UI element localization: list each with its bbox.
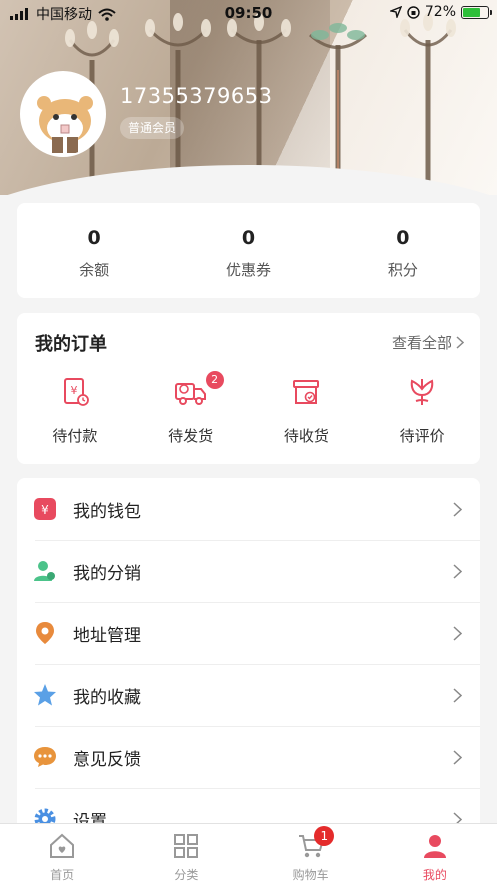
menu-item-favorites[interactable]: 我的收藏 — [17, 664, 480, 726]
svg-text:¥: ¥ — [70, 384, 77, 397]
menu-item-address[interactable]: 地址管理 — [17, 602, 480, 664]
menu-item-feedback[interactable]: 意见反馈 — [17, 726, 480, 788]
stat-coupons[interactable]: 0 优惠券 — [171, 203, 325, 298]
chat-bubble-icon — [34, 747, 56, 767]
my-orders-card: 我的订单 查看全部 ¥ 待付款 2 待发货 待收货 待评价 — [17, 313, 480, 464]
member-level-badge: 普通会员 — [120, 117, 185, 139]
cart-count-badge: 1 — [314, 826, 335, 846]
battery-icon — [461, 5, 492, 19]
chevron-right-icon — [453, 501, 462, 517]
stat-label: 积分 — [387, 261, 418, 279]
stat-label: 余额 — [79, 261, 110, 279]
status-bar: 中国移动 09:50 72% — [0, 0, 497, 26]
tab-label: 购物车 — [292, 868, 329, 882]
stat-balance[interactable]: 0 余额 — [17, 203, 171, 298]
hamster-avatar-icon — [22, 73, 104, 155]
order-pending-receipt[interactable]: 待收货 — [249, 375, 365, 446]
tab-home[interactable]: 首页 — [0, 824, 124, 883]
order-pending-payment[interactable]: ¥ 待付款 — [17, 375, 133, 446]
tab-profile[interactable]: 我的 — [373, 824, 497, 883]
chevron-right-icon — [453, 625, 462, 641]
tab-cart[interactable]: 1 购物车 — [249, 824, 373, 883]
tab-label: 首页 — [50, 868, 75, 882]
order-status-label: 待收货 — [283, 427, 329, 445]
avatar[interactable] — [20, 71, 106, 157]
home-icon — [50, 833, 75, 858]
users-icon — [34, 561, 55, 581]
bottom-tab-bar: 首页 分类 1 购物车 我的 — [0, 823, 497, 883]
order-status-label: 待发货 — [168, 427, 214, 445]
function-menu: ¥ 我的钱包 我的分销 地址管理 我的收藏 意见反馈 设置 — [17, 478, 480, 838]
svg-text:¥: ¥ — [41, 503, 49, 517]
stat-value: 0 — [87, 227, 101, 249]
category-grid-icon — [174, 834, 199, 858]
order-pending-review[interactable]: 待评价 — [364, 375, 480, 446]
menu-item-wallet[interactable]: ¥ 我的钱包 — [17, 478, 480, 540]
menu-item-label: 意见反馈 — [73, 749, 141, 770]
menu-item-label: 我的钱包 — [73, 501, 141, 522]
user-phone[interactable]: 17355379653 — [120, 84, 272, 108]
stat-value: 0 — [241, 227, 256, 249]
menu-item-label: 我的收藏 — [73, 687, 141, 708]
receive-box-icon — [293, 380, 320, 404]
review-flower-icon — [410, 379, 434, 405]
menu-item-label: 地址管理 — [73, 625, 141, 646]
delivery-truck-icon — [174, 383, 206, 405]
location-pin-icon — [36, 622, 54, 644]
star-icon — [34, 684, 56, 706]
stat-label: 优惠券 — [225, 261, 271, 279]
tab-category[interactable]: 分类 — [124, 824, 248, 883]
tab-label: 分类 — [174, 868, 199, 882]
orders-title: 我的订单 — [35, 334, 107, 355]
view-all-label: 查看全部 — [391, 334, 452, 352]
chevron-right-icon — [453, 749, 462, 765]
chevron-right-icon — [456, 336, 464, 349]
chevron-right-icon — [453, 687, 462, 703]
profile-icon — [423, 835, 446, 858]
payment-icon: ¥ — [63, 378, 89, 406]
battery-percent: 72% — [424, 4, 456, 20]
order-status-label: 待付款 — [52, 427, 98, 445]
menu-item-distribution[interactable]: 我的分销 — [17, 540, 480, 602]
chevron-right-icon — [453, 563, 462, 579]
tab-label: 我的 — [422, 868, 447, 882]
account-stats-card: 0 余额 0 优惠券 0 积分 — [17, 203, 480, 298]
order-status-label: 待评价 — [399, 427, 445, 445]
orientation-lock-icon — [407, 5, 420, 19]
wallet-icon: ¥ — [34, 498, 56, 520]
stat-value: 0 — [396, 227, 410, 249]
order-count-badge: 2 — [205, 371, 224, 389]
view-all-orders-link[interactable]: 查看全部 — [392, 332, 464, 353]
order-pending-shipment[interactable]: 2 待发货 — [133, 371, 249, 446]
stat-points[interactable]: 0 积分 — [326, 203, 480, 298]
menu-item-label: 我的分销 — [73, 563, 141, 584]
location-arrow-icon — [389, 6, 402, 18]
